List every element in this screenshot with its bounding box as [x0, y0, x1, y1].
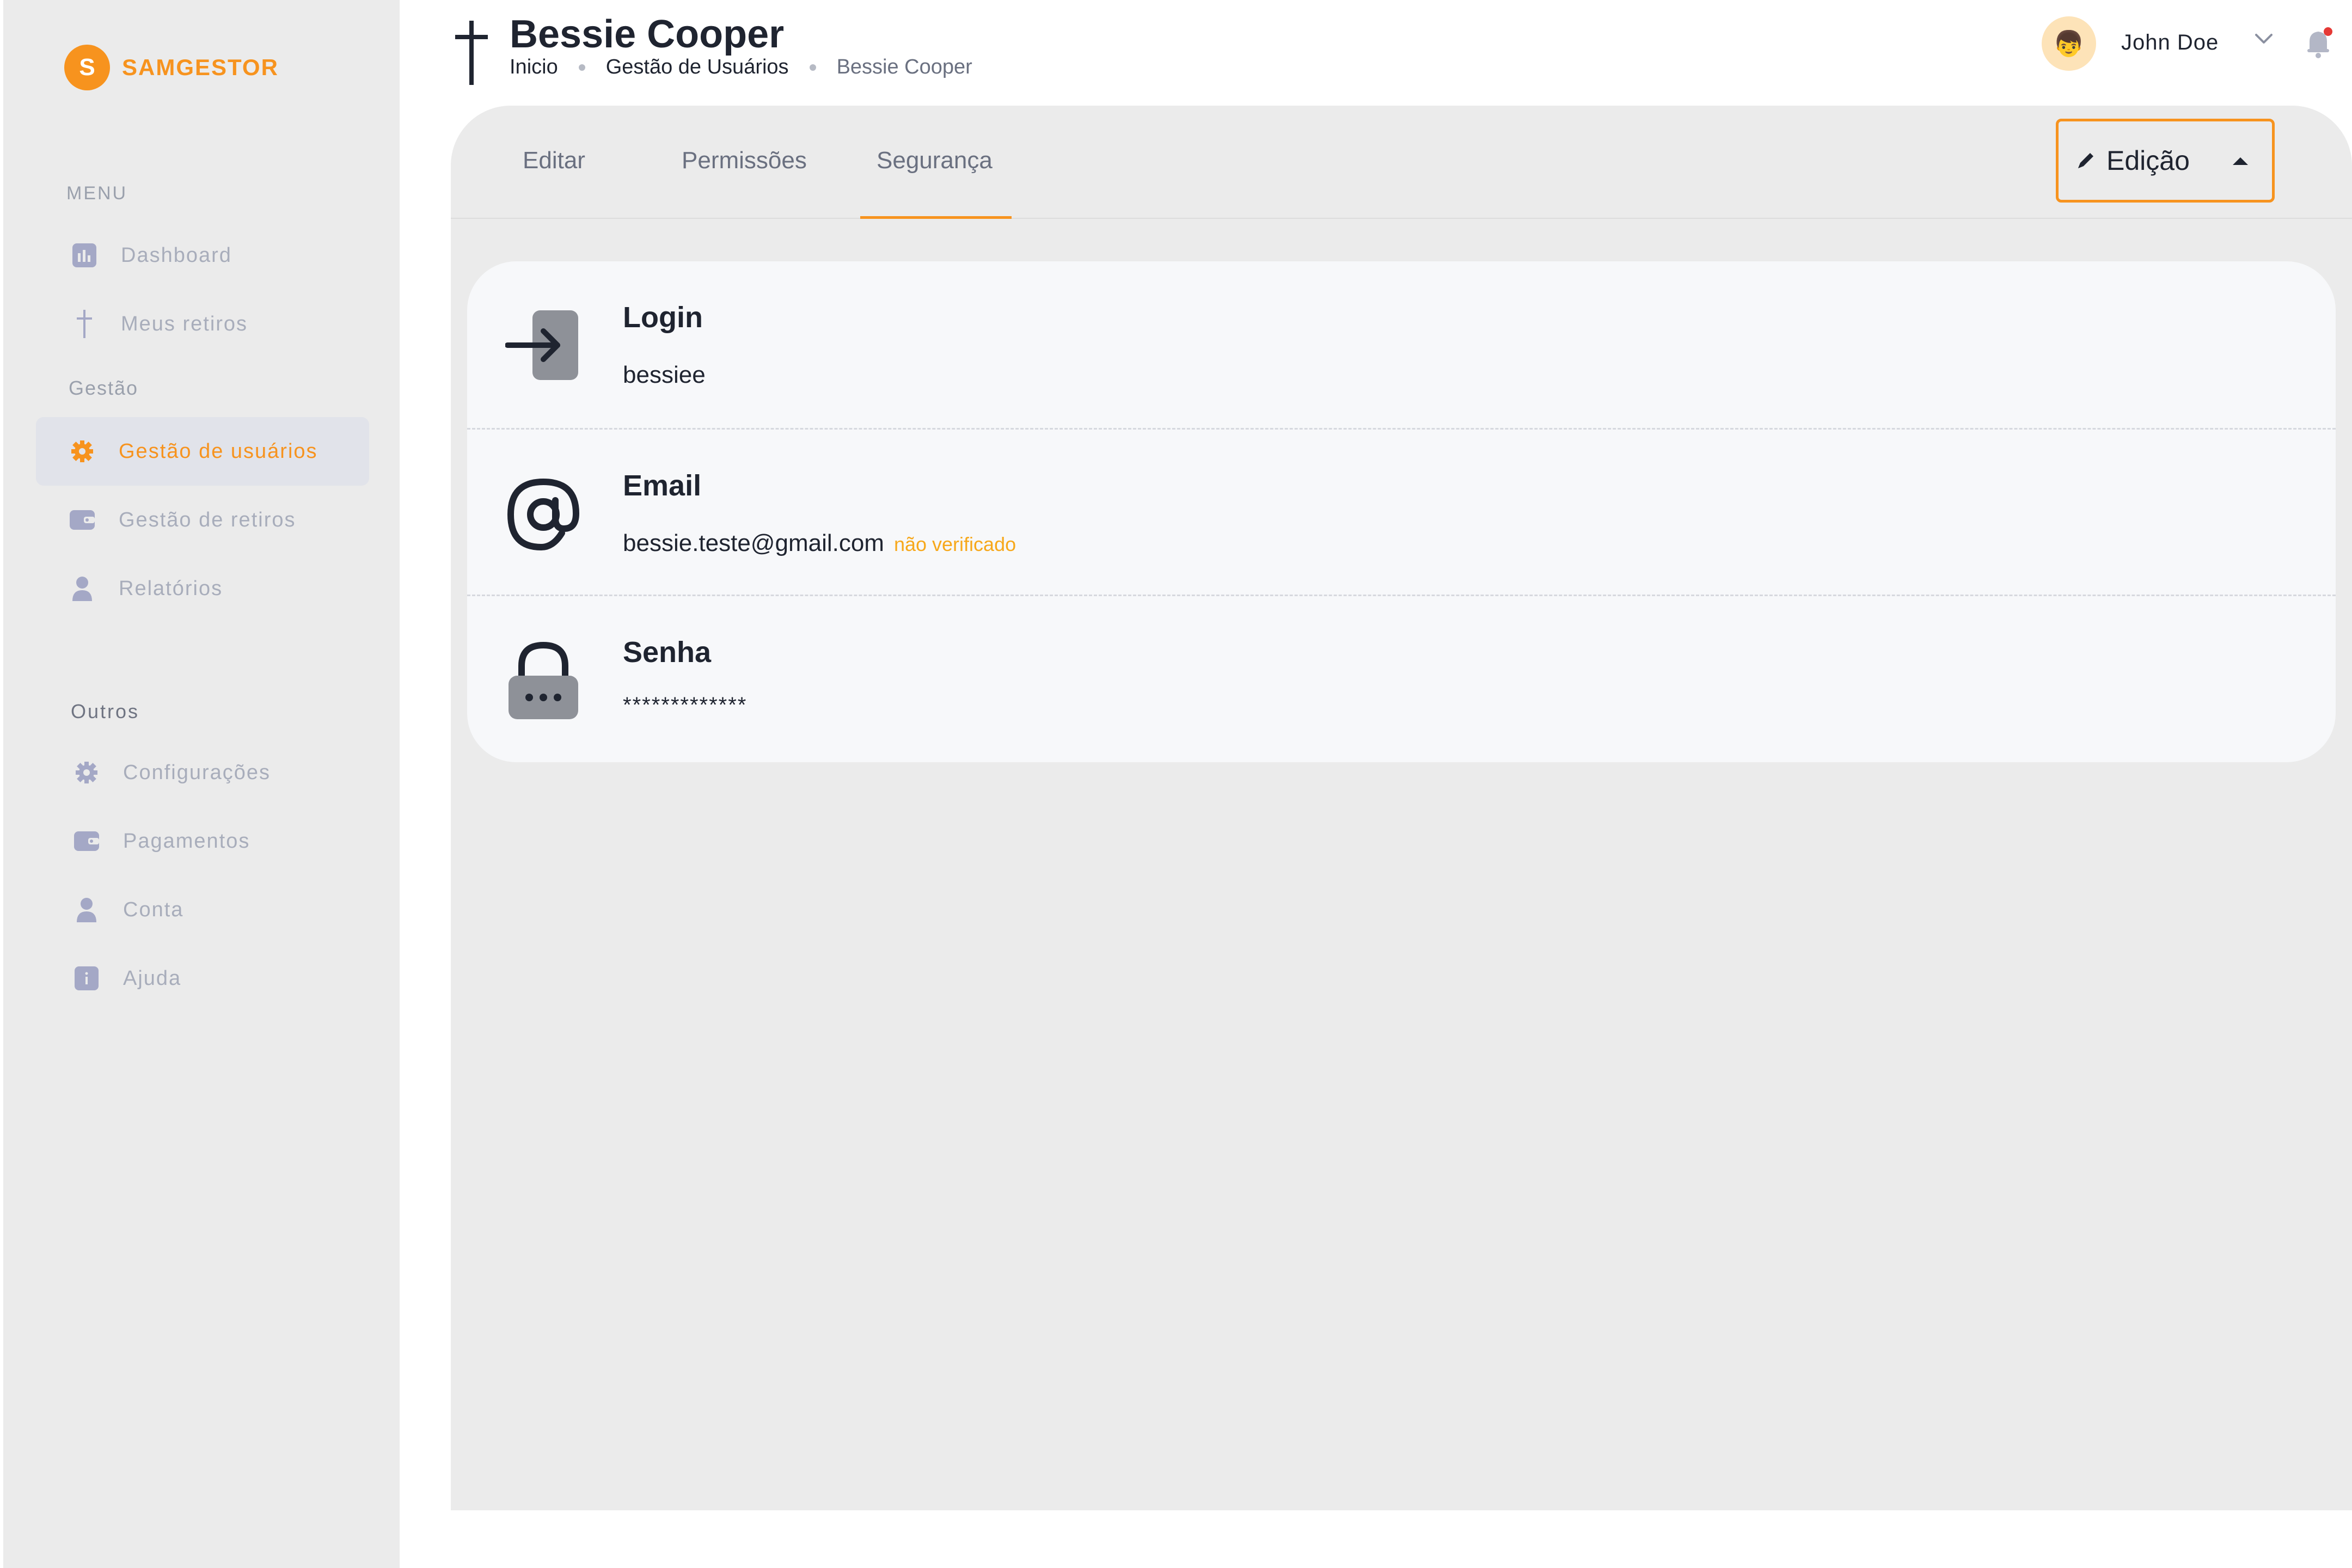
bell-icon[interactable]: [2304, 26, 2335, 62]
brand-logo[interactable]: S SAMGESTOR: [64, 45, 279, 90]
password-row: Senha *************: [467, 595, 2336, 761]
cross-icon: [452, 21, 491, 88]
sidebar-item-label: Relatórios: [119, 577, 223, 600]
info-icon: [74, 966, 99, 991]
sidebar-item-meus-retiros[interactable]: Meus retiros: [36, 290, 369, 358]
lock-icon: [505, 640, 581, 724]
breadcrumb-separator: [809, 64, 816, 71]
breadcrumb-home[interactable]: Inicio: [510, 56, 558, 79]
breadcrumb-separator: [578, 64, 585, 71]
sidebar-item-label: Dashboard: [121, 243, 232, 267]
sidebar-item-gestao-retiros[interactable]: Gestão de retiros: [36, 486, 369, 554]
notification-dot: [2324, 27, 2332, 36]
email-title: Email: [623, 469, 702, 502]
sidebar-item-ajuda[interactable]: Ajuda: [36, 944, 369, 1013]
gestao-section-label: Gestão: [69, 377, 139, 399]
active-tab-indicator: [860, 216, 1012, 219]
email-value: bessie.teste@gmail.com: [623, 530, 884, 556]
security-card: Login bessiee Email bessie.teste@gmail.c…: [467, 261, 2336, 762]
login-icon: [505, 308, 581, 385]
brand-name: SAMGESTOR: [122, 54, 279, 80]
main-panel: Editar Permissões Segurança Edição Login…: [451, 106, 2352, 1510]
sidebar-item-label: Configurações: [123, 761, 271, 784]
logo-mark: S: [64, 45, 110, 90]
gear-icon: [70, 439, 95, 464]
sidebar-item-conta[interactable]: Conta: [36, 875, 369, 944]
sidebar-item-label: Gestão de retiros: [119, 508, 296, 531]
password-title: Senha: [623, 636, 712, 669]
dashboard-icon: [72, 243, 97, 268]
login-title: Login: [623, 301, 703, 334]
wallet-icon: [70, 507, 95, 532]
sidebar-item-gestao-usuarios[interactable]: Gestão de usuários: [36, 417, 369, 486]
tab-seguranca[interactable]: Segurança: [877, 147, 993, 174]
sidebar-item-configuracoes[interactable]: Configurações: [36, 738, 369, 807]
avatar[interactable]: 👦: [2042, 16, 2096, 71]
tab-permissoes[interactable]: Permissões: [682, 147, 807, 174]
breadcrumb-user-management[interactable]: Gestão de Usuários: [606, 56, 789, 79]
sidebar-item-label: Ajuda: [123, 966, 182, 990]
cross-icon: [72, 310, 97, 338]
sidebar-item-label: Conta: [123, 898, 184, 921]
edit-mode-dropdown[interactable]: Edição: [2056, 119, 2275, 203]
outros-section-label: Outros: [71, 700, 140, 722]
email-value-wrap: bessie.teste@gmail.com não verificado: [623, 530, 1016, 557]
sidebar-item-pagamentos[interactable]: Pagamentos: [36, 807, 369, 875]
email-status-badge: não verificado: [893, 533, 1016, 555]
login-row: Login bessiee: [467, 261, 2336, 428]
page-title: Bessie Cooper: [510, 13, 785, 56]
pencil-icon: [2075, 150, 2097, 171]
gear-icon: [74, 760, 99, 785]
chevron-down-icon[interactable]: [2254, 33, 2274, 48]
breadcrumb: Inicio Gestão de Usuários Bessie Cooper: [510, 56, 972, 79]
password-value: *************: [623, 693, 748, 717]
menu-section-label: MENU: [66, 183, 128, 204]
sidebar-item-label: Pagamentos: [123, 829, 250, 853]
at-icon: [505, 476, 581, 555]
login-value: bessiee: [623, 362, 706, 388]
sidebar-item-label: Meus retiros: [121, 312, 248, 335]
tab-editar[interactable]: Editar: [523, 147, 585, 174]
tab-bar: Editar Permissões Segurança Edição: [451, 106, 2352, 219]
email-row: Email bessie.teste@gmail.com não verific…: [467, 428, 2336, 595]
sidebar-item-dashboard[interactable]: Dashboard: [36, 221, 369, 290]
user-icon: [70, 576, 95, 601]
sidebar-item-label: Gestão de usuários: [119, 439, 318, 463]
sidebar: S SAMGESTOR MENU Dashboard Meus retiros …: [3, 0, 400, 1568]
user-name[interactable]: John Doe: [2121, 30, 2219, 55]
breadcrumb-current: Bessie Cooper: [836, 56, 972, 78]
caret-up-icon: [2233, 157, 2248, 165]
sidebar-item-relatorios[interactable]: Relatórios: [36, 554, 369, 623]
user-icon: [74, 897, 99, 922]
wallet-icon: [74, 829, 99, 854]
mode-label: Edição: [2106, 145, 2190, 176]
